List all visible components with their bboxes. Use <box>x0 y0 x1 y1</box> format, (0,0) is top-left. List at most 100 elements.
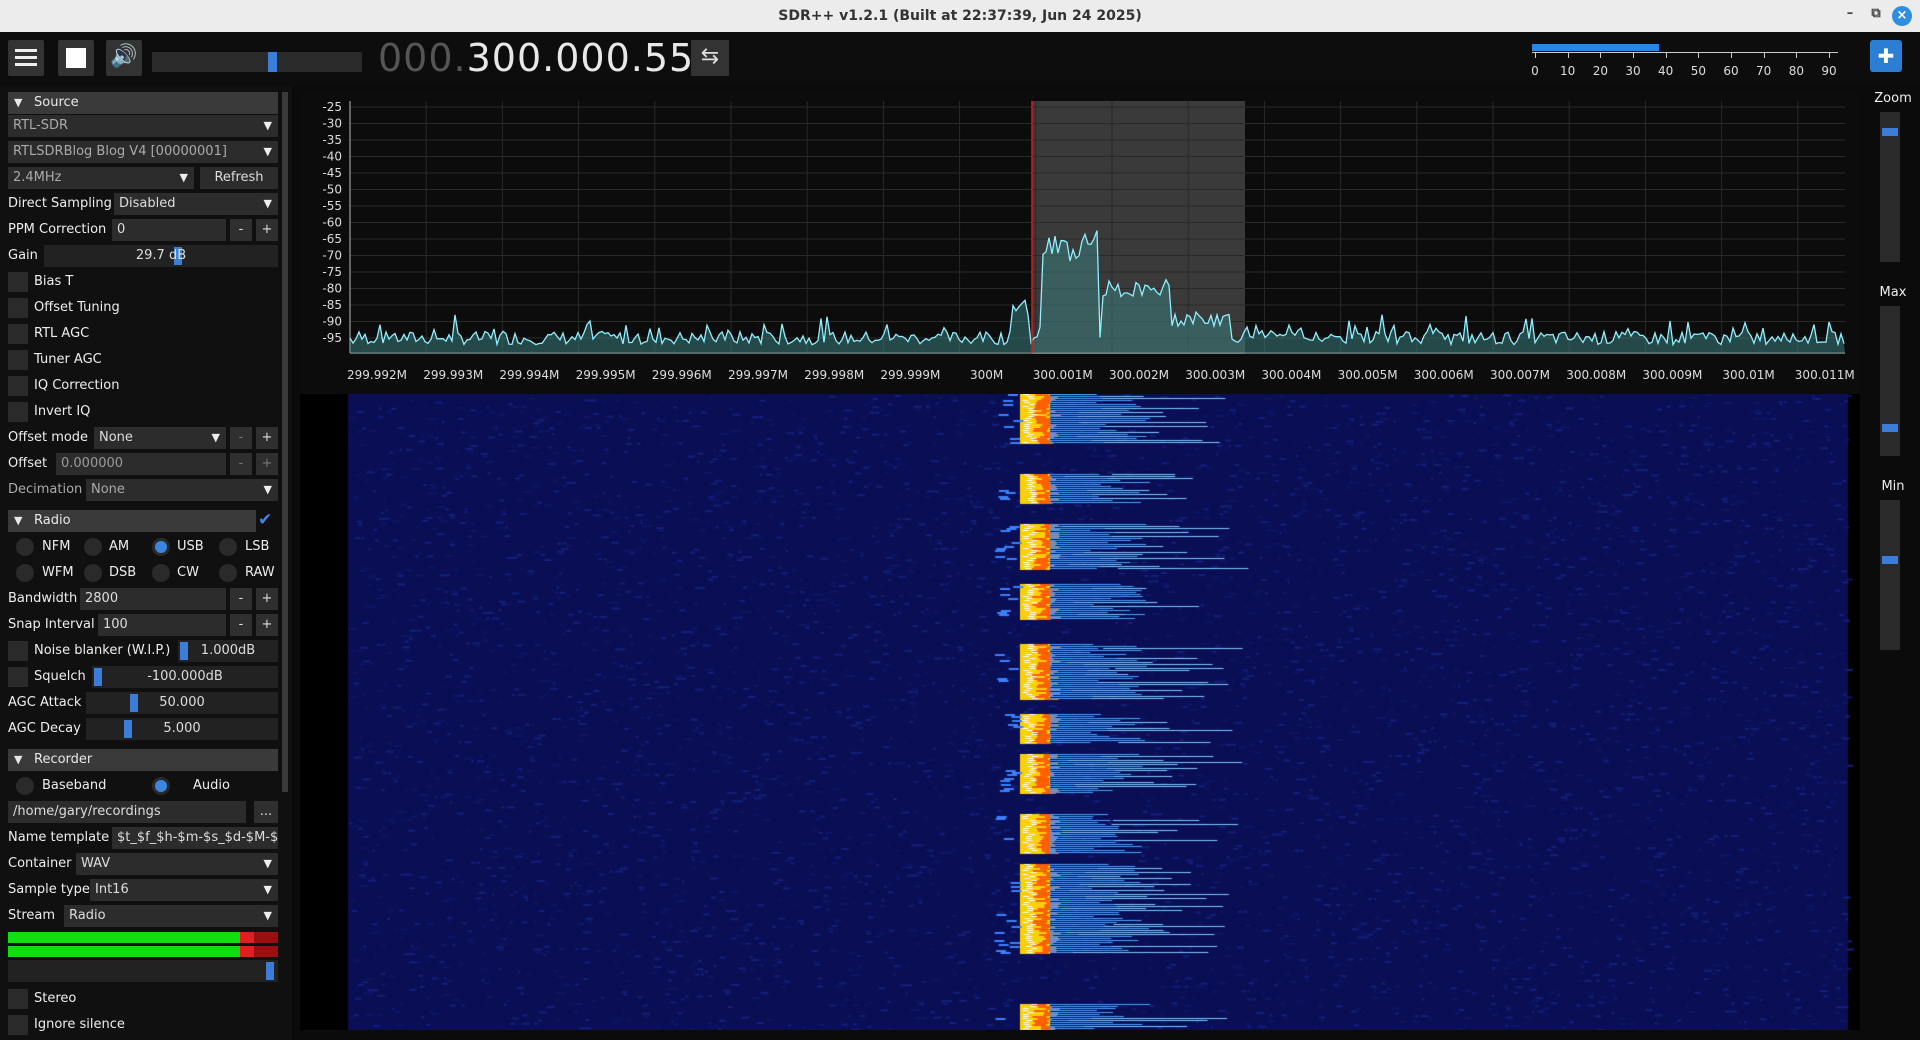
mode-dsb-radio[interactable] <box>84 564 102 582</box>
min-label: Min <box>1881 479 1905 494</box>
ppm-plus-button[interactable]: + <box>256 219 278 241</box>
recorder-header[interactable]: Recorder <box>8 749 278 771</box>
ppm-input[interactable]: 0 <box>112 219 226 241</box>
restore-icon[interactable]: ⧉ <box>1866 6 1886 21</box>
radio-enabled-checkmark-icon[interactable]: ✔ <box>258 510 278 532</box>
ignore-silence-checkbox[interactable] <box>8 1015 28 1035</box>
iq-correction-checkbox[interactable] <box>8 376 28 396</box>
top-toolbar: 🔊 000.300.000.550 ⇆ 0 10 20 30 40 50 60 70 80 90 … <box>0 32 1920 86</box>
fft-svg[interactable]: -25 -30 -35 -40 -45 -50 -55 -60 -65 -70 -75 -80 -85 -… <box>300 91 1860 395</box>
min-slider[interactable] <box>1880 500 1900 650</box>
record-volume-slider[interactable] <box>8 960 278 982</box>
zoom-handle[interactable] <box>1882 128 1898 136</box>
record-volume-handle[interactable] <box>266 962 274 980</box>
baseband-radio[interactable] <box>16 777 34 795</box>
swap-arrows-icon[interactable]: ⇆ <box>691 40 729 76</box>
radio-header[interactable]: Radio <box>8 510 256 532</box>
ppm-minus-button[interactable]: - <box>230 219 252 241</box>
mode-lsb-radio[interactable] <box>219 538 237 556</box>
agc-attack-slider[interactable]: 50.000 <box>86 692 278 714</box>
direct-sampling-select[interactable]: Disabled <box>114 193 278 215</box>
agc-decay-slider[interactable]: 5.000 <box>86 718 278 740</box>
squelch-slider[interactable]: -100.000dB <box>92 666 278 688</box>
noise-blanker-slider[interactable]: 1.000dB <box>178 640 278 662</box>
snap-interval-input[interactable]: 100 <box>98 614 226 636</box>
waterfall-canvas[interactable] <box>300 394 1860 1030</box>
noise-blanker-handle[interactable] <box>180 642 188 660</box>
minimize-icon[interactable]: – <box>1840 6 1860 21</box>
source-header[interactable]: Source <box>8 92 278 114</box>
gain-slider[interactable]: 29.7 dB <box>44 245 278 267</box>
snap-minus-button[interactable]: - <box>230 614 252 636</box>
bandwidth-minus-button[interactable]: - <box>230 588 252 610</box>
sample-type-label: Sample type <box>8 882 90 897</box>
volume-slider[interactable] <box>152 52 362 72</box>
squelch-checkbox[interactable] <box>8 667 28 687</box>
agc-decay-handle[interactable] <box>124 720 132 738</box>
fft-y-tick: -35 <box>322 133 342 147</box>
waterfall[interactable] <box>300 394 1860 1030</box>
sidebar-scrollbar[interactable] <box>282 92 288 792</box>
device-select[interactable]: RTLSDRBlog Blog V4 [00000001] <box>8 141 278 163</box>
offset-tuning-checkbox[interactable] <box>8 298 28 318</box>
stream-select[interactable]: Radio <box>64 905 278 927</box>
baseband-label: Baseband <box>42 778 107 793</box>
refresh-button[interactable]: Refresh <box>200 167 278 189</box>
max-slider[interactable] <box>1880 306 1900 456</box>
speaker-icon[interactable]: 🔊 <box>106 40 142 76</box>
container-select[interactable]: WAV <box>76 853 278 875</box>
sample-type-select[interactable]: Int16 <box>90 879 278 901</box>
mode-wfm-radio[interactable] <box>16 564 34 582</box>
mode-nfm-radio[interactable] <box>16 538 34 556</box>
frequency-display[interactable]: 000.300.000.550 <box>378 36 719 80</box>
rtl-agc-checkbox[interactable] <box>8 324 28 344</box>
mode-cw-radio[interactable] <box>152 564 170 582</box>
squelch-handle[interactable] <box>94 668 102 686</box>
offset-mode-plus-button[interactable]: + <box>256 427 278 449</box>
bias-t-checkbox[interactable] <box>8 272 28 292</box>
max-handle[interactable] <box>1882 424 1898 432</box>
stop-icon <box>66 48 86 68</box>
invert-iq-checkbox[interactable] <box>8 402 28 422</box>
agc-attack-handle[interactable] <box>130 694 138 712</box>
fft-y-tick: -60 <box>322 216 342 230</box>
sample-rate-select[interactable]: 2.4MHz <box>8 167 194 189</box>
audio-level-left <box>8 932 278 943</box>
source-type-select[interactable]: RTL-SDR <box>8 115 278 137</box>
play-stop-button[interactable] <box>58 40 94 76</box>
fft-x-tick: 299.997M <box>728 368 788 382</box>
name-template-input[interactable]: $t_$f_$h-$m-$s_$d-$M-$y <box>112 827 278 849</box>
offset-plus-button[interactable]: + <box>256 453 278 475</box>
tuner-agc-checkbox[interactable] <box>8 350 28 370</box>
noise-blanker-label: Noise blanker (W.I.P.) <box>34 643 171 658</box>
mode-raw-radio[interactable] <box>219 564 237 582</box>
fft-x-tick: 300.007M <box>1490 368 1550 382</box>
fft-plot[interactable]: -25 -30 -35 -40 -45 -50 -55 -60 -65 -70 -75 -80 -85 -… <box>300 91 1860 395</box>
noise-blanker-checkbox[interactable] <box>8 641 28 661</box>
zoom-slider[interactable] <box>1880 112 1900 262</box>
sdrpp-logo-icon[interactable]: ✚ <box>1870 40 1902 72</box>
bandwidth-plus-button[interactable]: + <box>256 588 278 610</box>
volume-handle[interactable] <box>267 52 277 72</box>
fft-x-tick: 299.993M <box>423 368 483 382</box>
offset-mode-minus-button[interactable]: - <box>230 427 252 449</box>
fft-x-tick: 299.996M <box>652 368 712 382</box>
mode-am-radio[interactable] <box>84 538 102 556</box>
decimation-select[interactable]: None <box>86 479 278 501</box>
bandwidth-input[interactable]: 2800 <box>80 588 226 610</box>
mode-usb-radio[interactable] <box>152 538 170 556</box>
offset-mode-select[interactable]: None <box>94 427 226 449</box>
title-bar: SDR++ v1.2.1 (Built at 22:37:39, Jun 24 … <box>0 0 1920 32</box>
container-label: Container <box>8 856 72 871</box>
browse-button[interactable]: ... <box>254 801 278 823</box>
menu-button[interactable] <box>8 40 44 76</box>
frequency-value[interactable]: 300.000.550 <box>467 36 720 80</box>
min-handle[interactable] <box>1882 556 1898 564</box>
audio-radio[interactable] <box>152 777 170 795</box>
stereo-checkbox[interactable] <box>8 989 28 1009</box>
offset-input[interactable]: 0.000000 <box>56 453 226 475</box>
recordings-path-input[interactable]: /home/gary/recordings <box>8 801 246 823</box>
snap-plus-button[interactable]: + <box>256 614 278 636</box>
close-icon[interactable]: × <box>1892 6 1912 26</box>
offset-minus-button[interactable]: - <box>230 453 252 475</box>
